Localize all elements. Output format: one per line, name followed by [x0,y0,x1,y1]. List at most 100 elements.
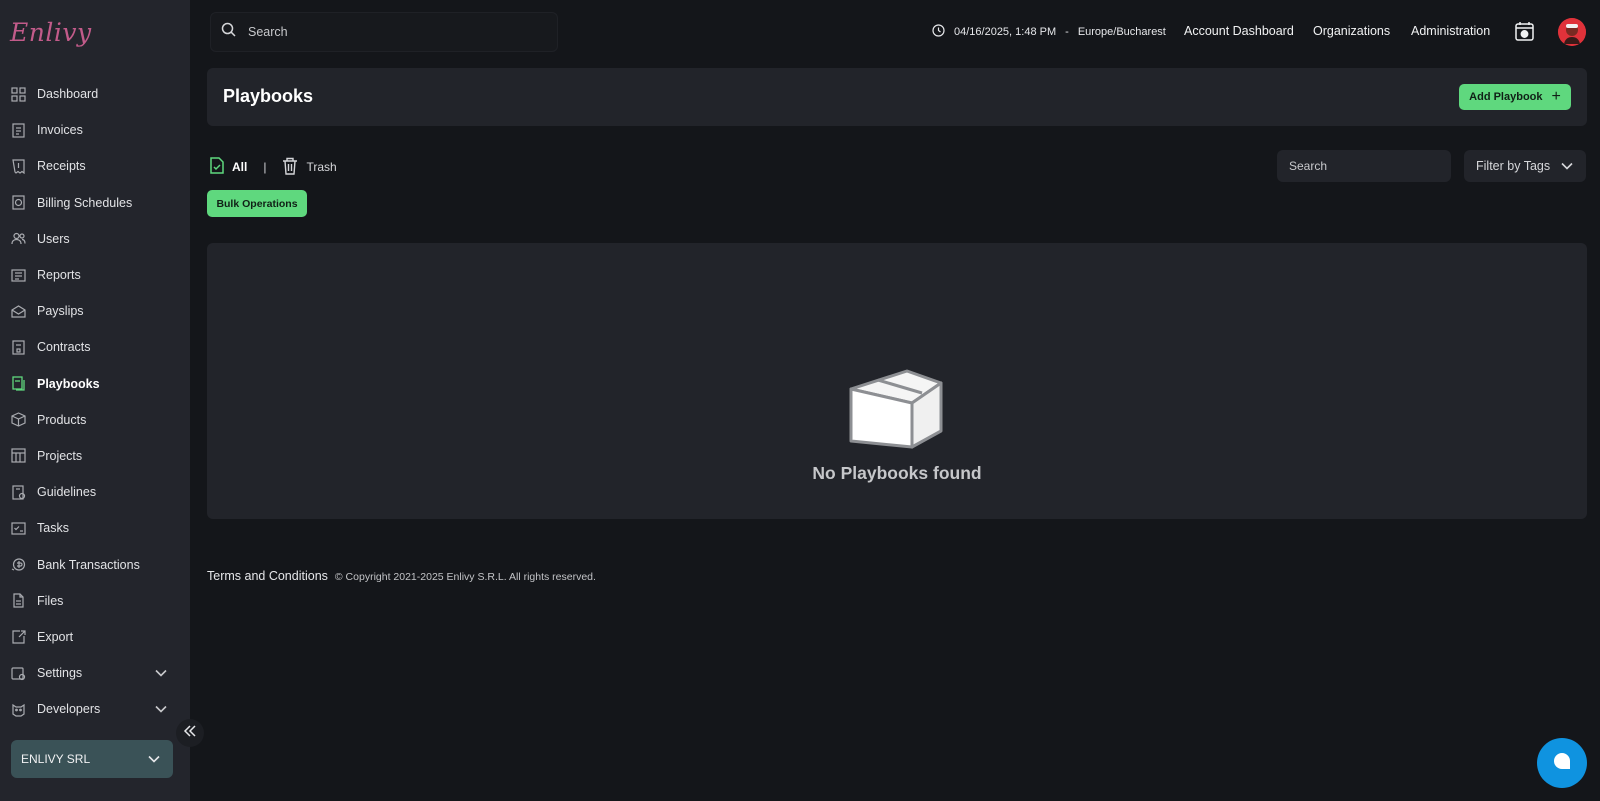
sidebar-item-users[interactable]: Users [0,221,190,257]
clock-icon [932,24,945,40]
sidebar-item-label: Files [37,593,64,608]
chevron-down-icon [154,702,168,716]
settings-icon [10,665,26,681]
sidebar-item-label: Payslips [37,304,84,319]
tasks-icon [10,520,26,536]
search-input[interactable] [248,25,528,39]
guidelines-icon [10,484,26,500]
organizations-link[interactable]: Organizations [1313,24,1390,38]
playbook-search-input[interactable] [1289,159,1439,173]
filter-tags-label: Filter by Tags [1476,159,1551,173]
sidebar-item-reports[interactable]: Reports [0,257,190,293]
sidebar-item-export[interactable]: Export [0,619,190,655]
chevron-down-icon [1560,159,1574,176]
file-icon [10,593,26,609]
sidebar-item-files[interactable]: Files [0,583,190,619]
chat-bubble-icon [1552,751,1572,776]
playbooks-list-empty: No Playbooks found [207,243,1587,519]
sidebar-item-tasks[interactable]: Tasks [0,510,190,546]
sidebar-item-label: Settings [37,666,83,681]
add-playbook-button[interactable]: Add Playbook + [1459,84,1571,110]
view-tabs: All | Trash [210,157,337,178]
receipt-icon [10,158,26,174]
tab-trash[interactable]: Trash [282,157,337,178]
payslip-icon [10,303,26,319]
bulk-operations-button[interactable]: Bulk Operations [207,190,307,217]
sidebar-item-billing-schedules[interactable]: Billing Schedules [0,185,190,221]
sidebar-item-dashboard[interactable]: Dashboard [0,76,190,112]
sidebar-item-invoices[interactable]: Invoices [0,112,190,148]
company-name: ENLIVY SRL [21,752,91,766]
sidebar-item-settings[interactable]: Settings [0,655,190,691]
sidebar-item-bank-transactions[interactable]: Bank Transactions [0,546,190,582]
sidebar-item-label: Developers [37,702,101,717]
company-selector[interactable]: ENLIVY SRL [11,740,173,778]
sidebar-item-label: Users [37,231,70,246]
sidebar-item-label: Tasks [37,521,69,536]
bank-transaction-icon [10,557,26,573]
sidebar-item-label: Dashboard [37,87,99,102]
sidebar-item-guidelines[interactable]: Guidelines [0,474,190,510]
invoice-icon [10,122,26,138]
brand-logo[interactable]: Enlivy [10,18,92,47]
sidebar-nav: Dashboard Invoices Receipts Billing Sche… [0,76,190,727]
dashboard-icon [10,86,26,102]
current-datetime: 04/16/2025, 1:48 PM [954,26,1057,38]
sidebar-item-contracts[interactable]: Contracts [0,329,190,365]
copyright-text: © Copyright 2021-2025 Enlivy S.R.L. All … [334,571,596,583]
users-icon [10,231,26,247]
page-header: Playbooks Add Playbook + [207,68,1587,126]
tab-all[interactable]: All [210,157,247,177]
empty-box-icon [848,369,944,449]
trash-icon [282,157,298,178]
double-chevron-left-icon [183,724,197,743]
avatar[interactable] [1558,18,1586,46]
chat-button[interactable] [1537,738,1587,788]
sidebar-item-playbooks[interactable]: Playbooks [0,366,190,402]
product-box-icon [10,412,26,428]
contract-icon [10,339,26,355]
tab-all-label: All [232,160,248,174]
global-search[interactable] [210,12,558,52]
sidebar-item-label: Receipts [37,159,86,174]
sidebar-item-label: Reports [37,268,81,283]
sidebar-item-label: Billing Schedules [37,195,133,210]
playbook-icon [10,376,26,392]
timezone: Europe/Bucharest [1077,26,1166,38]
sidebar-item-label: Contracts [37,340,91,355]
search-icon [221,22,236,42]
calendar-icon[interactable] [1514,21,1535,42]
chevron-down-icon [147,752,161,769]
sidebar-item-label: Invoices [37,123,83,138]
collapse-sidebar-button[interactable] [176,719,204,747]
sidebar-item-label: Bank Transactions [37,557,140,572]
terms-link[interactable]: Terms and Conditions [207,569,328,583]
file-check-icon [210,157,224,177]
tab-divider: | [263,160,267,174]
administration-link[interactable]: Administration [1411,24,1490,38]
sidebar-item-projects[interactable]: Projects [0,438,190,474]
page-title: Playbooks [223,86,314,106]
sidebar-item-label: Playbooks [37,376,100,391]
filter-by-tags-dropdown[interactable]: Filter by Tags [1464,150,1586,182]
sidebar-item-label: Guidelines [37,485,97,500]
sidebar-item-receipts[interactable]: Receipts [0,148,190,184]
projects-icon [10,448,26,464]
reports-icon [10,267,26,283]
sidebar-item-products[interactable]: Products [0,402,190,438]
tab-trash-label: Trash [306,160,337,174]
playbook-search[interactable] [1277,150,1451,182]
datetime-display: 04/16/2025, 1:48 PM - Europe/Bucharest [932,22,1166,42]
sidebar-item-label: Export [37,629,74,644]
chevron-down-icon [154,666,168,680]
plus-icon: + [1551,88,1561,105]
sidebar-item-label: Projects [37,448,83,463]
account-dashboard-link[interactable]: Account Dashboard [1184,24,1294,38]
sidebar: Enlivy Dashboard Invoices Receipts Billi… [0,0,190,801]
developers-icon [10,701,26,717]
sidebar-item-developers[interactable]: Developers [0,691,190,727]
sidebar-item-payslips[interactable]: Payslips [0,293,190,329]
add-playbook-label: Add Playbook [1469,91,1543,103]
billing-schedule-icon [10,195,26,211]
sidebar-item-label: Products [37,412,87,427]
